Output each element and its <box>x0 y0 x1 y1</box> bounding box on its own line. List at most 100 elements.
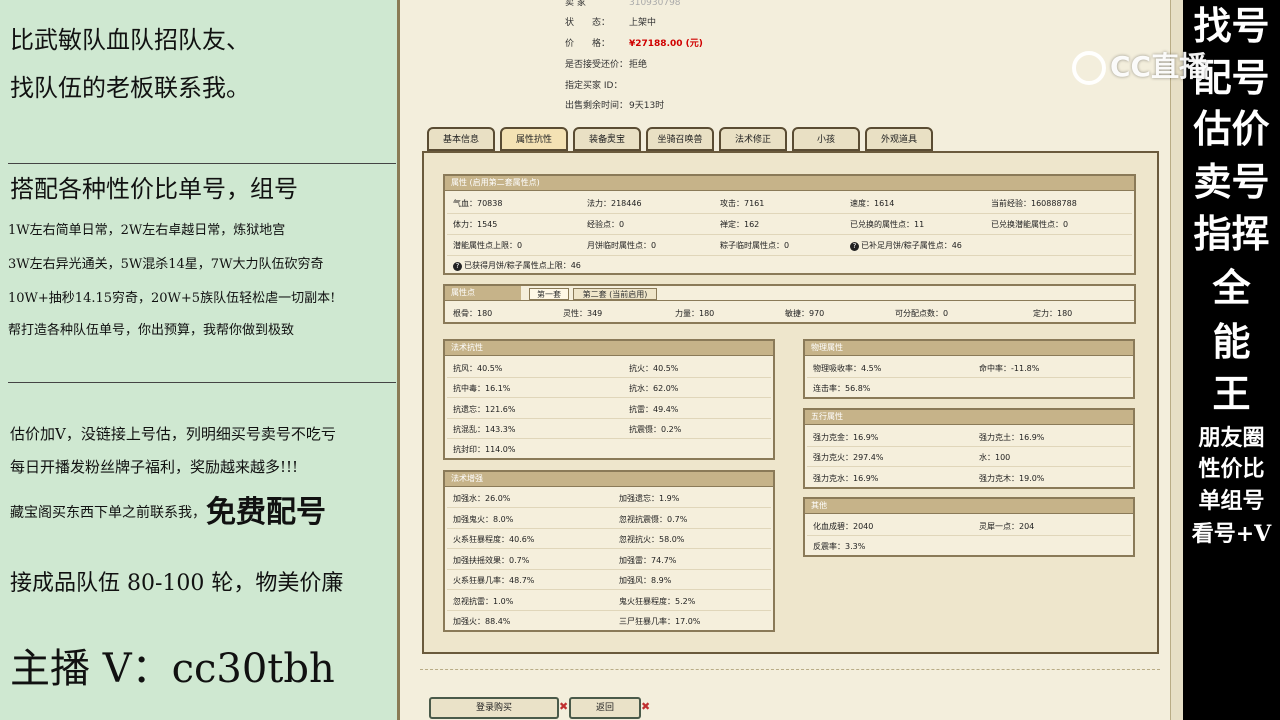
promo-big-text: 找号 <box>1193 3 1270 48</box>
row-divider <box>447 377 771 378</box>
enhance-cell: 鬼火狂暴程度：5.2% <box>619 597 696 606</box>
tab-spell-correction[interactable]: 法术修正 <box>719 127 787 151</box>
promo-line: 帮打造各种队伍单号，你出预算，我帮你做到极致 <box>8 323 295 338</box>
resist-cell: 抗水：62.0% <box>629 384 679 393</box>
other-cell: 化血成碧：2040 <box>813 522 874 531</box>
enhance-cell: 加强扶摇效果：0.7% <box>453 556 530 565</box>
promo-big-text: 王 <box>1212 371 1251 416</box>
row-divider <box>445 300 1134 301</box>
resist-cell: 抗雷：49.4% <box>629 405 679 414</box>
close-icon: ✖ <box>559 700 569 713</box>
enhance-cell: 火系狂暴几率：48.7% <box>453 576 535 585</box>
attribute-section: 属性 (启用第二套属性点) 气血：70838 法力：218446 攻击：7161… <box>443 174 1136 275</box>
spell-resistance-section: 法术抗性 抗风：40.5% 抗火：40.5% 抗中毒：16.1% 抗水：62.0… <box>443 339 775 460</box>
points-cell: 定力：180 <box>1033 309 1073 318</box>
attr-cell: 法力：218446 <box>587 199 642 208</box>
promo-big-text: 卖号 <box>1193 159 1270 204</box>
row-divider <box>447 213 1132 214</box>
scrollbar[interactable] <box>1170 0 1184 720</box>
five-cell: 强力克火：297.4% <box>813 453 884 462</box>
tab-mounts-pets[interactable]: 坐骑召唤兽 <box>646 127 714 151</box>
subtab-second-set[interactable]: 第二套 (当前启用) <box>573 288 657 300</box>
divider <box>420 669 1160 670</box>
section-title: 属性点 <box>445 286 521 301</box>
enhance-cell: 忽视抗震慑：0.7% <box>619 515 688 524</box>
row-divider <box>447 418 771 419</box>
promo-small-text: 朋友圈 <box>1198 425 1265 451</box>
promo-line: 1W左右简单日常，2W左右卓越日常，炼狱地宫 <box>8 223 286 238</box>
attr-cell: 已兑换的属性点：11 <box>850 220 925 229</box>
row-divider <box>447 397 771 398</box>
tab-basic-info[interactable]: 基本信息 <box>427 127 495 151</box>
tab-attributes[interactable]: 属性抗性 <box>500 127 568 151</box>
enhance-cell: 加强鬼火：8.0% <box>453 515 514 524</box>
row-divider <box>447 438 771 439</box>
frame-border <box>397 0 400 720</box>
subtab-first-set[interactable]: 第一套 <box>529 288 569 300</box>
physical-cell: 连击率：56.8% <box>813 384 871 393</box>
status-row: 状 态： 上架中 <box>565 18 657 28</box>
attr-cell: ? 已获得月饼/粽子属性点上限：46 <box>453 260 581 271</box>
enhance-cell: 加强雷：74.7% <box>619 556 677 565</box>
resist-cell: 抗中毒：16.1% <box>453 384 511 393</box>
cc-live-logo: CC直播 <box>1072 44 1242 90</box>
row-divider <box>447 548 771 549</box>
promo-line: 估价加V，没链接上号估，列明细买号卖号不吃亏 <box>10 425 336 443</box>
row-divider <box>447 610 771 611</box>
price-row: 价 格： ¥27188.00 (元) <box>565 39 703 49</box>
promo-heading: 搭配各种性价比单号，组号 <box>10 175 298 203</box>
remaining-row: 出售剩余时间：9天13时 <box>565 101 665 111</box>
enhance-cell: 三尸狂暴几率：17.0% <box>619 617 701 626</box>
promo-big-text: 能 <box>1212 319 1251 364</box>
help-icon[interactable]: ? <box>850 242 859 251</box>
attr-cell: ? 已补足月饼/粽子属性点：46 <box>850 240 962 251</box>
attr-cell: 气血：70838 <box>453 199 503 208</box>
row-divider <box>447 255 1132 256</box>
resist-cell: 抗震慑：0.2% <box>629 425 682 434</box>
points-cell: 力量：180 <box>675 309 715 318</box>
five-cell: 强力克土：16.9% <box>979 433 1045 442</box>
attr-cell: 禅定：162 <box>720 220 760 229</box>
spell-enhancement-section: 法术增强 加强水：26.0% 加强遗忘：1.9% 加强鬼火：8.0% 忽视抗震慑… <box>443 470 775 632</box>
attr-cell: 月饼临时属性点：0 <box>587 241 657 250</box>
row-divider <box>807 535 1131 536</box>
back-button[interactable]: 返回 <box>569 697 641 719</box>
attr-cell: 当前经验：160888788 <box>991 199 1077 208</box>
close-icon: ✖ <box>641 700 651 713</box>
attr-cell: 经验点：0 <box>587 220 625 229</box>
promo-big-text: 指挥 <box>1193 211 1270 256</box>
divider <box>8 163 396 164</box>
help-icon[interactable]: ? <box>453 262 462 271</box>
points-cell: 灵性：349 <box>563 309 603 318</box>
row-divider <box>447 569 771 570</box>
promo-big-text: 全 <box>1212 265 1251 310</box>
five-cell: 强力克木：19.0% <box>979 474 1045 483</box>
resist-cell: 抗混乱：143.3% <box>453 425 516 434</box>
attr-cell: 粽子临时属性点：0 <box>720 241 790 250</box>
promo-big-text: 估价 <box>1193 106 1270 151</box>
row-divider <box>807 377 1131 378</box>
resist-cell: 抗封印：114.0% <box>453 445 516 454</box>
five-elements-section: 五行属性 强力克金：16.9% 强力克土：16.9% 强力克火：297.4% 水… <box>803 408 1135 489</box>
tab-appearance[interactable]: 外观道具 <box>865 127 933 151</box>
cursor-icon: ☝ <box>606 131 614 145</box>
login-buy-button[interactable]: 登录购买 <box>429 697 559 719</box>
enhance-cell: 加强遗忘：1.9% <box>619 494 680 503</box>
attr-cell: 潜能属性点上限：0 <box>453 241 523 250</box>
points-cell: 可分配点数：0 <box>895 309 949 318</box>
promo-line: 3W左右异光通关，5W混杀14星，7W大力队伍砍穷奇 <box>8 257 324 272</box>
promo-small-text: 单组号 <box>1198 488 1265 514</box>
tab-child[interactable]: 小孩 <box>792 127 860 151</box>
row-divider <box>807 446 1131 447</box>
points-cell: 敏捷：970 <box>785 309 825 318</box>
five-cell: 强力克金：16.9% <box>813 433 879 442</box>
promo-small-text: 看号+V <box>1191 521 1272 547</box>
bargain-row: 是否接受还价：拒绝 <box>565 60 648 70</box>
promo-line: 比武敏队血队招队友、 <box>10 26 250 54</box>
divider <box>8 382 396 383</box>
physical-section: 物理属性 物理吸收率：4.5% 命中率：-11.8% 连击率：56.8% <box>803 339 1135 399</box>
resist-cell: 抗风：40.5% <box>453 364 503 373</box>
resist-cell: 抗火：40.5% <box>629 364 679 373</box>
buyer-row: 指定买家 ID： <box>565 81 623 91</box>
right-promo-panel: 找号 配号 估价 卖号 指挥 全 能 王 朋友圈 性价比 单组号 看号+V <box>1183 0 1280 720</box>
